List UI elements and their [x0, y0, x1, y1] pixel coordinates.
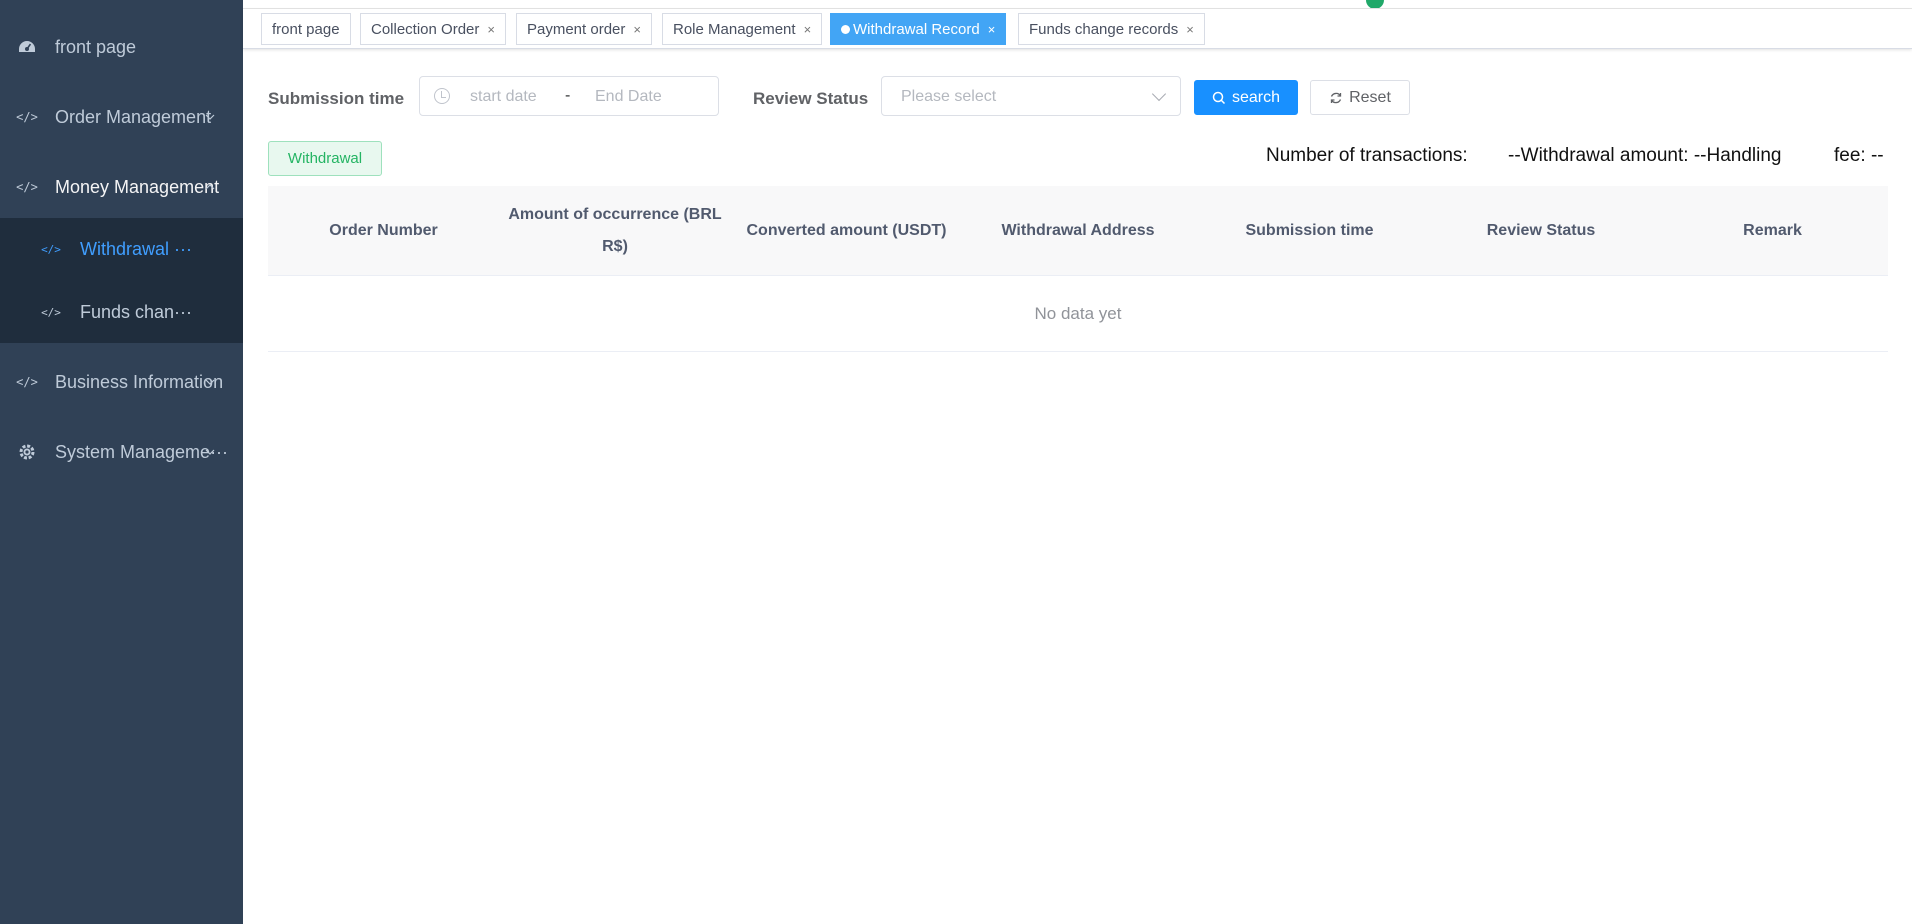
main-content: front page Collection Order × Payment ord…	[243, 0, 1912, 924]
gear-icon	[17, 442, 37, 462]
column-submission-time: Submission time	[1245, 222, 1374, 239]
column-withdrawal-address: Withdrawal Address	[1001, 222, 1155, 239]
tab-front-page[interactable]: front page	[261, 13, 351, 45]
tags-view: front page Collection Order × Payment ord…	[243, 9, 1912, 49]
sidebar-item-order-management[interactable]: </> Order Management	[0, 82, 243, 152]
search-icon	[1212, 91, 1226, 104]
reset-button-label: Reset	[1349, 88, 1391, 106]
sidebar-item-label: System Manageme···	[55, 441, 229, 462]
sidebar-item-label: front page	[55, 36, 137, 57]
active-dot-icon	[841, 24, 850, 34]
start-date-input[interactable]: start date	[470, 88, 537, 106]
tab-role-management[interactable]: Role Management ×	[662, 13, 823, 45]
dashboard-icon	[17, 37, 37, 57]
search-button-label: search	[1231, 88, 1281, 106]
sidebar-item-withdrawal-record[interactable]: </> Withdrawal ···	[0, 218, 243, 280]
close-icon[interactable]: ×	[1186, 22, 1194, 37]
chevron-down-icon	[205, 449, 215, 455]
sidebar-item-label: Order Management	[55, 106, 212, 127]
search-button[interactable]: search	[1194, 80, 1298, 115]
tab-label: Collection Order	[371, 20, 480, 38]
sidebar-item-funds-change[interactable]: </> Funds chan···	[0, 281, 243, 343]
empty-state: No data yet	[268, 277, 1888, 352]
chevron-down-icon	[205, 114, 215, 120]
column-amount-occurrence: Amount of occurrence (BRL R$)	[508, 206, 722, 255]
sidebar-item-label: Business Information	[55, 371, 224, 392]
code-icon: </>	[41, 242, 61, 256]
sidebar-item-business-information[interactable]: </> Business Information	[0, 347, 243, 417]
submission-time-label: Submission time	[268, 89, 405, 108]
table-header: Order Number Amount of occurrence (BRL R…	[268, 186, 1888, 276]
clock-icon	[434, 88, 450, 104]
select-placeholder: Please select	[901, 88, 997, 105]
column-remark: Remark	[1743, 222, 1802, 239]
close-icon[interactable]: ×	[487, 22, 495, 37]
tab-payment-order[interactable]: Payment order ×	[516, 13, 652, 45]
sidebar-item-money-management[interactable]: </> Money Management	[0, 152, 243, 222]
range-separator: -	[565, 87, 571, 104]
tab-funds-change-records[interactable]: Funds change records ×	[1018, 13, 1205, 45]
code-icon: </>	[16, 180, 38, 194]
review-status-label: Review Status	[753, 89, 869, 108]
code-icon: </>	[16, 375, 38, 389]
column-converted-amount: Converted amount (USDT)	[746, 222, 947, 239]
review-status-select[interactable]: Please select	[881, 76, 1181, 116]
tab-label: Payment order	[527, 20, 626, 38]
close-icon[interactable]: ×	[804, 22, 812, 37]
reset-button[interactable]: Reset	[1310, 80, 1410, 115]
refresh-icon	[1330, 92, 1342, 103]
chevron-down-icon	[205, 379, 215, 385]
column-order-number: Order Number	[329, 222, 438, 239]
column-review-status: Review Status	[1486, 222, 1596, 239]
tab-label: Role Management	[673, 20, 796, 38]
date-range-picker[interactable]: start date - End Date	[419, 76, 719, 116]
money-submenu: </> Withdrawal ··· </> Funds chan···	[0, 218, 243, 343]
tab-collection-order[interactable]: Collection Order ×	[360, 13, 506, 45]
sidebar: front page </> Order Management </> Mone…	[0, 0, 243, 924]
sidebar-item-label: Money Management	[55, 176, 220, 197]
close-icon[interactable]: ×	[633, 22, 641, 37]
code-icon: </>	[41, 305, 61, 319]
chevron-down-icon	[1151, 86, 1167, 102]
withdrawal-amount-label: --Withdrawal amount: --Handling	[1508, 145, 1782, 166]
withdrawal-button[interactable]: Withdrawal	[268, 141, 382, 176]
tab-label: Funds change records	[1029, 20, 1179, 38]
close-icon[interactable]: ×	[988, 22, 996, 37]
sidebar-item-front-page[interactable]: front page	[0, 12, 243, 82]
sidebar-item-system-management[interactable]: System Manageme···	[0, 417, 243, 487]
fee-label: fee: --	[1834, 145, 1884, 166]
code-icon: </>	[16, 110, 38, 124]
sidebar-item-label: Funds chan···	[80, 301, 193, 322]
end-date-input[interactable]: End Date	[595, 88, 662, 106]
sidebar-item-label: Withdrawal ···	[80, 238, 193, 259]
transaction-count-label: Number of transactions:	[1266, 145, 1468, 166]
tab-withdrawal-record[interactable]: Withdrawal Record ×	[830, 13, 1007, 45]
chevron-up-icon	[205, 184, 215, 190]
tab-label: Withdrawal Record	[853, 20, 980, 38]
tab-label: front page	[272, 20, 340, 38]
